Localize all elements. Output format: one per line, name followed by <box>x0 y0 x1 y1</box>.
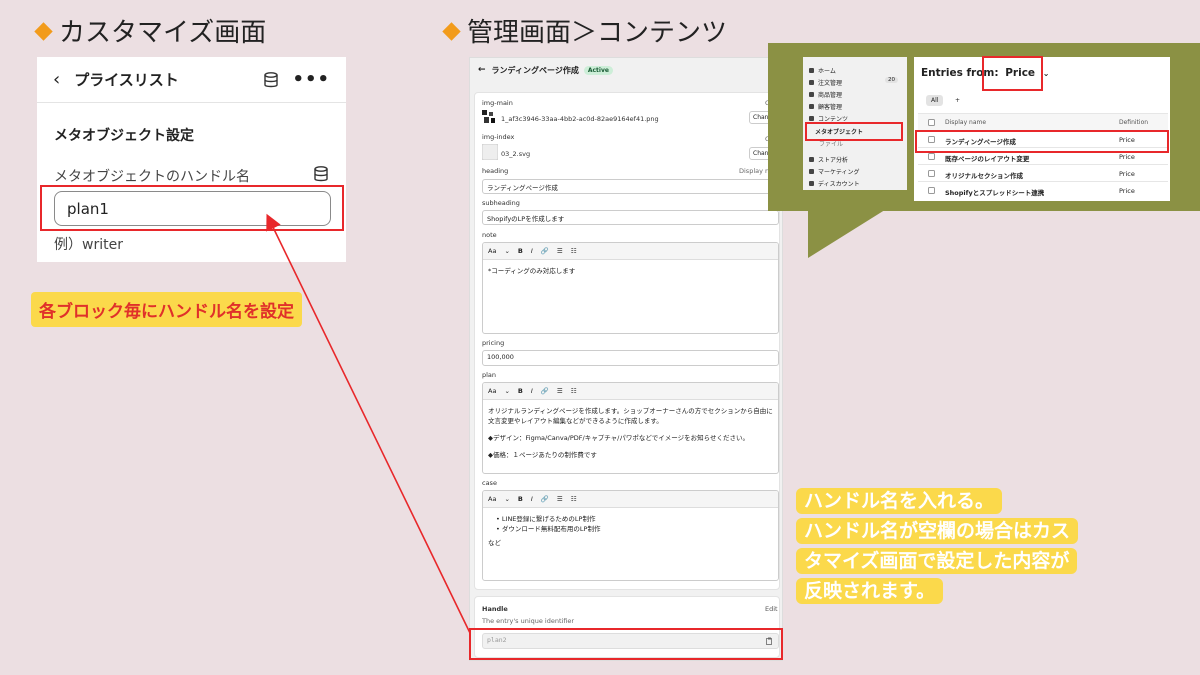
connector-arrow <box>266 213 471 634</box>
